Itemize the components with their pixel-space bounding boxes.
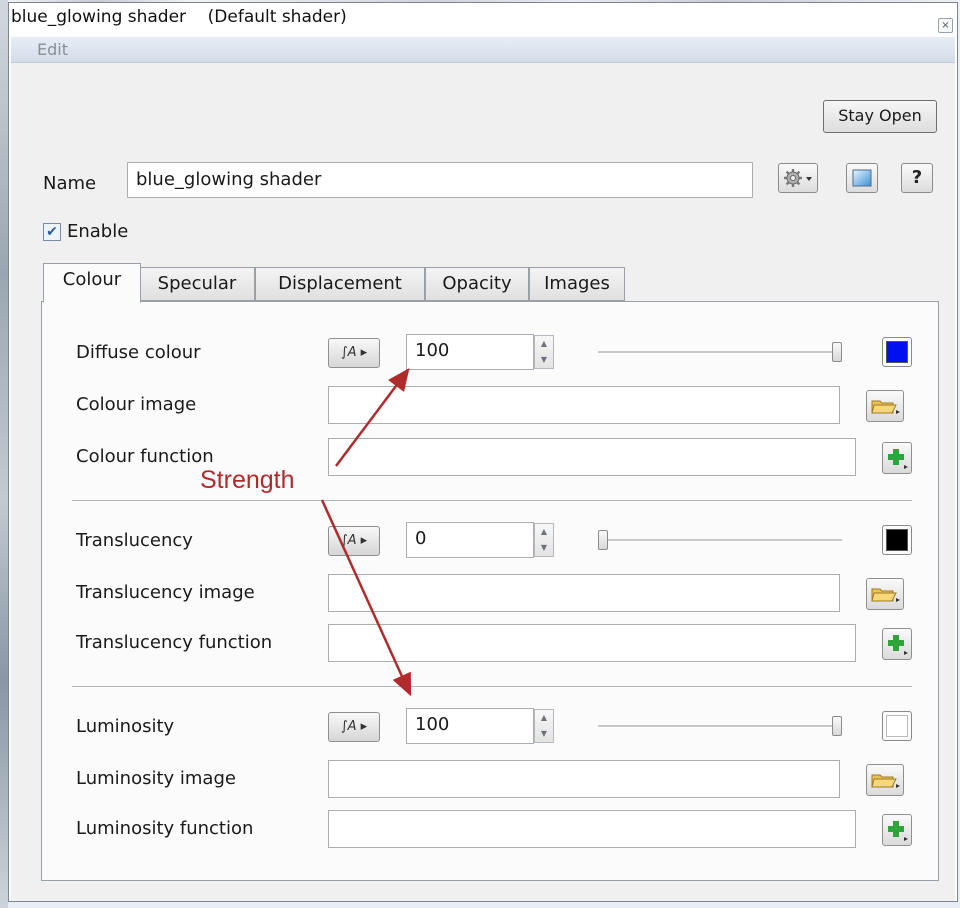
colour-function-field[interactable] (328, 438, 856, 476)
add-plus-icon (888, 821, 908, 841)
add-plus-icon (888, 635, 908, 655)
function-icon: ∫A (340, 533, 357, 548)
colour-image-label: Colour image (76, 394, 197, 415)
spin-up-icon[interactable]: ▲ (535, 524, 553, 540)
spin-down-icon[interactable]: ▼ (535, 726, 553, 742)
luminosity-function-field[interactable] (328, 810, 856, 848)
diffuse-swatch-fill (886, 341, 908, 363)
luminosity-image-field[interactable] (328, 760, 840, 798)
translucency-slider-thumb[interactable] (598, 530, 608, 550)
luminosity-swatch-fill (886, 715, 908, 737)
diffuse-colour-label: Diffuse colour (76, 342, 201, 363)
translucency-function-button[interactable]: ∫A ▸ (328, 526, 380, 556)
colour-image-field[interactable] (328, 386, 840, 424)
name-input[interactable]: blue_glowing shader (127, 162, 753, 198)
translucency-strength-input[interactable]: 0 (406, 522, 534, 558)
colour-image-browse-button[interactable] (866, 390, 904, 422)
luminosity-strength-spinner[interactable]: ▲ ▼ (534, 709, 554, 743)
function-icon: ∫A (340, 719, 357, 734)
add-plus-icon (888, 449, 908, 469)
folder-icon (871, 400, 900, 414)
tab-specular[interactable]: Specular (139, 267, 255, 301)
folder-icon (871, 774, 900, 788)
spin-down-icon[interactable]: ▼ (535, 540, 553, 556)
preview-icon (852, 169, 872, 187)
translucency-function-add-button[interactable] (882, 628, 912, 660)
diffuse-function-button[interactable]: ∫A ▸ (328, 338, 380, 368)
luminosity-slider-track[interactable] (598, 725, 842, 728)
enable-checkbox[interactable]: ✔ (43, 223, 61, 241)
translucency-function-field[interactable] (328, 624, 856, 662)
folder-icon (871, 588, 900, 602)
luminosity-label: Luminosity (76, 716, 175, 737)
group-separator (72, 500, 912, 502)
diffuse-slider-thumb[interactable] (832, 342, 842, 362)
translucency-slider-track[interactable] (598, 539, 842, 542)
tab-colour[interactable]: Colour (43, 263, 141, 303)
enable-label: Enable (67, 221, 129, 242)
dialog-body: Stay Open Name blue_glowing shader ? ✔ E… (11, 63, 955, 901)
function-icon: ∫A (340, 345, 357, 360)
menu-bar: Edit (11, 37, 955, 63)
translucency-image-label: Translucency image (76, 582, 255, 603)
tab-images[interactable]: Images (529, 267, 625, 301)
tab-opacity[interactable]: Opacity (425, 267, 529, 301)
translucency-function-label: Translucency function (76, 632, 273, 653)
colour-tab-panel: Diffuse colour ∫A ▸ 100 ▲ ▼ Colour image (41, 301, 939, 881)
translucency-swatch-fill (886, 529, 908, 551)
window-title: blue_glowing shader (Default shader) (11, 7, 347, 27)
colour-function-add-button[interactable] (882, 442, 912, 474)
gear-menu-button[interactable] (778, 163, 818, 193)
diffuse-strength-spinner[interactable]: ▲ ▼ (534, 335, 554, 369)
stay-open-button[interactable]: Stay Open (823, 100, 937, 133)
tab-displacement[interactable]: Displacement (255, 267, 425, 301)
diffuse-slider-track[interactable] (598, 351, 842, 354)
help-button[interactable]: ? (901, 163, 933, 193)
shader-dialog: blue_glowing shader (Default shader) × E… (8, 2, 958, 902)
colour-function-label: Colour function (76, 446, 214, 467)
close-button[interactable]: × (938, 18, 953, 33)
group-separator (72, 686, 912, 688)
preview-button[interactable] (846, 163, 878, 193)
translucency-image-browse-button[interactable] (866, 578, 904, 610)
translucency-image-field[interactable] (328, 574, 840, 612)
luminosity-image-label: Luminosity image (76, 768, 236, 789)
luminosity-strength-input[interactable]: 100 (406, 708, 534, 744)
spin-up-icon[interactable]: ▲ (535, 336, 553, 352)
luminosity-colour-swatch[interactable] (882, 711, 912, 741)
background-left-edge (0, 0, 8, 908)
luminosity-image-browse-button[interactable] (866, 764, 904, 796)
translucency-label: Translucency (76, 530, 193, 551)
spin-up-icon[interactable]: ▲ (535, 710, 553, 726)
luminosity-function-button[interactable]: ∫A ▸ (328, 712, 380, 742)
annotation-strength-label: Strength (200, 466, 295, 494)
title-bar: blue_glowing shader (Default shader) × (9, 3, 957, 37)
translucency-strength-spinner[interactable]: ▲ ▼ (534, 523, 554, 557)
translucency-colour-swatch[interactable] (882, 525, 912, 555)
spin-down-icon[interactable]: ▼ (535, 352, 553, 368)
diffuse-strength-input[interactable]: 100 (406, 334, 534, 370)
menu-edit[interactable]: Edit (37, 40, 68, 59)
luminosity-function-label: Luminosity function (76, 818, 254, 839)
name-label: Name (43, 173, 97, 194)
gear-icon (784, 169, 812, 187)
luminosity-slider-thumb[interactable] (832, 716, 842, 736)
diffuse-colour-swatch[interactable] (882, 337, 912, 367)
luminosity-function-add-button[interactable] (882, 814, 912, 846)
